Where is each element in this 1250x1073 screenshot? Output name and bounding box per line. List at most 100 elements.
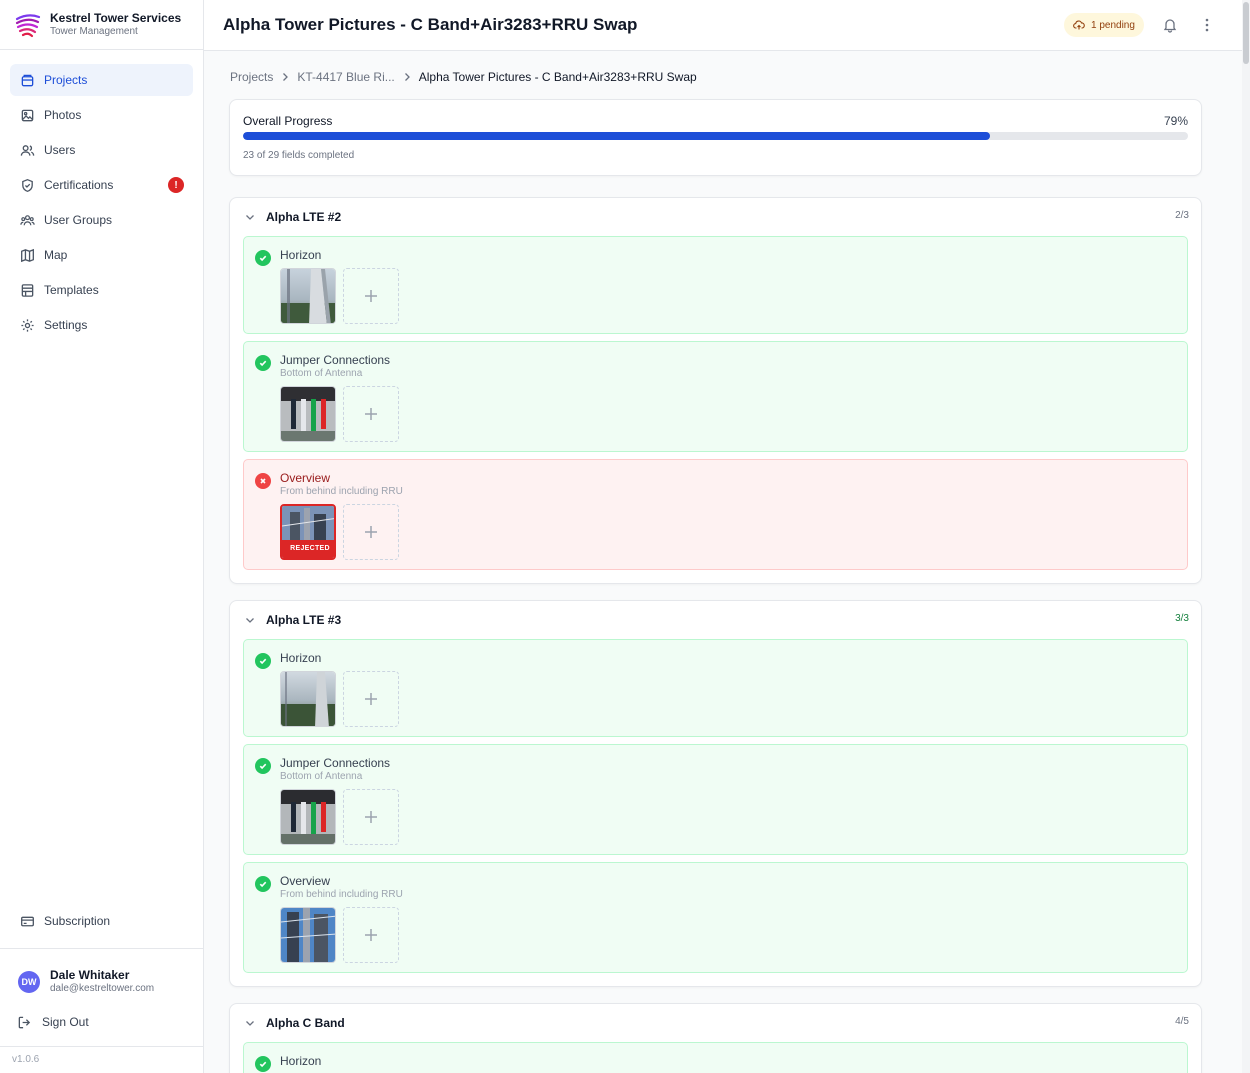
- progress-percent: 79%: [1163, 114, 1188, 128]
- sidebar-item-label: Templates: [44, 283, 99, 297]
- top-header: Alpha Tower Pictures - C Band+Air3283+RR…: [204, 0, 1242, 51]
- add-photo-button[interactable]: [343, 789, 399, 845]
- sidebar-item-label: Users: [44, 143, 76, 157]
- chevron-right-icon: [404, 73, 410, 81]
- field-jumper-connections: Jumper Connections Bottom of Antenna: [243, 341, 1188, 452]
- photo-thumbnail[interactable]: [280, 671, 336, 727]
- section-count: 4/5: [1175, 1016, 1189, 1027]
- field-title: Horizon: [280, 1054, 322, 1068]
- chevron-down-icon: [246, 1021, 254, 1026]
- page-title: Alpha Tower Pictures - C Band+Air3283+RR…: [223, 15, 638, 34]
- sidebar-item-settings[interactable]: Settings: [10, 309, 193, 341]
- progress-bar-fill: [243, 132, 990, 140]
- shield-check-icon: [19, 177, 35, 193]
- sidebar-item-subscription[interactable]: Subscription: [10, 905, 194, 937]
- add-photo-button[interactable]: [343, 386, 399, 442]
- photo-thumbnail[interactable]: [280, 789, 336, 845]
- field-title: Jumper Connections: [280, 756, 391, 770]
- bell-icon[interactable]: [1162, 17, 1178, 33]
- check-circle-icon: [255, 1056, 271, 1072]
- photo-thumbnail-rejected[interactable]: REJECTED: [280, 504, 336, 560]
- image-icon: [19, 107, 35, 123]
- scrollbar-thumb[interactable]: [1243, 2, 1249, 64]
- chevron-down-icon: [246, 215, 254, 220]
- users-icon: [19, 142, 35, 158]
- field-subtitle: From behind including RRU: [280, 889, 403, 900]
- field-overview: Overview From behind including RRU REJEC…: [243, 459, 1188, 570]
- main-content: Projects KT-4417 Blue Ri... Alpha Tower …: [204, 51, 1242, 1073]
- chevron-down-icon: [246, 618, 254, 623]
- rejected-label: REJECTED: [282, 540, 334, 558]
- scrollbar-track[interactable]: [1242, 0, 1250, 1073]
- sign-out-icon: [16, 1014, 32, 1030]
- brand-name: Kestrel Tower Services: [50, 11, 182, 25]
- field-title: Overview: [280, 471, 331, 485]
- sidebar-item-photos[interactable]: Photos: [10, 99, 193, 131]
- sidebar-item-label: Map: [44, 248, 68, 262]
- breadcrumb-current: Alpha Tower Pictures - C Band+Air3283+RR…: [418, 70, 697, 84]
- x-circle-icon: [255, 473, 271, 489]
- sign-out-button[interactable]: Sign Out: [18, 1014, 203, 1030]
- check-circle-icon: [255, 250, 271, 266]
- sidebar: Kestrel Tower Services Tower Management …: [0, 0, 204, 1073]
- sidebar-item-templates[interactable]: Templates: [10, 274, 193, 306]
- add-photo-button[interactable]: [343, 268, 399, 324]
- section-header[interactable]: Alpha LTE #2 2/3: [230, 198, 1201, 236]
- sidebar-item-label: Settings: [44, 318, 88, 332]
- sidebar-item-user-groups[interactable]: User Groups: [10, 204, 193, 236]
- photo-thumbnail[interactable]: [280, 268, 336, 324]
- field-title: Overview: [280, 874, 331, 888]
- credit-card-icon: [19, 913, 35, 929]
- field-overview: Overview From behind including RRU: [243, 862, 1188, 973]
- field-title: Horizon: [280, 248, 322, 262]
- plus-icon: [365, 408, 377, 420]
- main-nav: Projects Photos Users Certifications ! U…: [0, 50, 203, 341]
- section-alpha-lte-2: Alpha LTE #2 2/3 Horizon Jumper Connecti…: [229, 197, 1202, 584]
- add-photo-button[interactable]: [343, 671, 399, 727]
- sidebar-item-certifications[interactable]: Certifications !: [10, 169, 193, 201]
- section-header[interactable]: Alpha C Band 4/5: [230, 1004, 1201, 1042]
- check-circle-icon: [255, 355, 271, 371]
- pending-uploads-badge[interactable]: 1 pending: [1064, 13, 1144, 37]
- section-alpha-lte-3: Alpha LTE #3 3/3 Horizon Jumper Connecti…: [229, 600, 1202, 987]
- field-horizon: Horizon: [243, 236, 1188, 334]
- section-title: Alpha LTE #3: [266, 613, 342, 627]
- sidebar-item-label: Photos: [44, 108, 82, 122]
- brand[interactable]: Kestrel Tower Services Tower Management: [0, 0, 203, 50]
- check-circle-icon: [255, 758, 271, 774]
- field-jumper-connections: Jumper Connections Bottom of Antenna: [243, 744, 1188, 855]
- user-card[interactable]: DW Dale Whitaker dale@kestreltower.com: [18, 968, 203, 995]
- progress-bar: [243, 132, 1188, 140]
- photo-thumbnail[interactable]: [280, 386, 336, 442]
- plus-icon: [365, 693, 377, 705]
- breadcrumb: Projects KT-4417 Blue Ri... Alpha Tower …: [230, 70, 697, 84]
- cloud-upload-icon: [1073, 20, 1085, 30]
- sidebar-item-label: Subscription: [44, 914, 111, 928]
- section-header[interactable]: Alpha LTE #3 3/3: [230, 601, 1201, 639]
- add-photo-button[interactable]: [343, 504, 399, 560]
- progress-label: Overall Progress: [243, 114, 333, 128]
- section-title: Alpha C Band: [266, 1016, 345, 1030]
- photo-thumbnail[interactable]: [280, 907, 336, 963]
- gear-icon: [19, 317, 35, 333]
- breadcrumb-projects[interactable]: Projects: [230, 70, 273, 84]
- field-subtitle: From behind including RRU: [280, 486, 403, 497]
- chevron-right-icon: [283, 73, 289, 81]
- plus-icon: [365, 526, 377, 538]
- sidebar-item-users[interactable]: Users: [10, 134, 193, 166]
- field-title: Jumper Connections: [280, 353, 391, 367]
- field-horizon: Horizon: [243, 639, 1188, 737]
- sidebar-item-projects[interactable]: Projects: [10, 64, 193, 96]
- field-title: Horizon: [280, 651, 322, 665]
- plus-icon: [365, 811, 377, 823]
- sidebar-item-map[interactable]: Map: [10, 239, 193, 271]
- brand-subtitle: Tower Management: [50, 26, 138, 37]
- breadcrumb-project[interactable]: KT-4417 Blue Ri...: [297, 70, 394, 84]
- progress-detail: 23 of 29 fields completed: [243, 150, 355, 161]
- add-photo-button[interactable]: [343, 907, 399, 963]
- more-options-icon[interactable]: [1199, 17, 1215, 33]
- pending-label: 1 pending: [1091, 19, 1135, 31]
- user-group-icon: [19, 212, 35, 228]
- sidebar-item-label: User Groups: [44, 213, 113, 227]
- sidebar-item-label: Projects: [44, 73, 88, 87]
